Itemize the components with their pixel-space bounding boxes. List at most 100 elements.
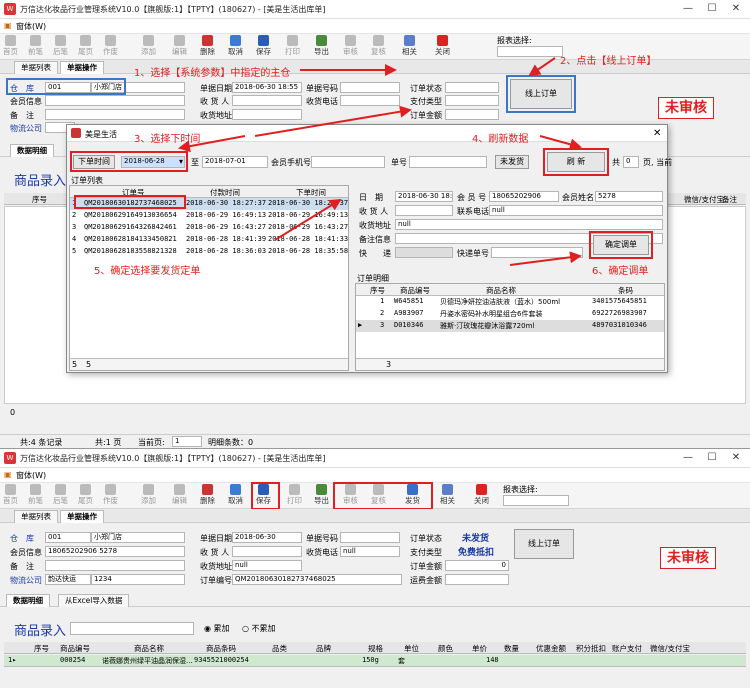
minimize-button[interactable]: —: [680, 2, 696, 16]
related-icon: [404, 35, 415, 46]
dialog-close-icon[interactable]: ✕: [653, 128, 661, 139]
tab-doc-operation[interactable]: 单据操作: [60, 510, 104, 523]
related-icon: [442, 484, 453, 495]
add-button[interactable]: 添加: [141, 35, 156, 59]
recheck-button[interactable]: 复核: [371, 35, 386, 59]
order-row[interactable]: 2 QM20180629164913036654 2018-06-29 16:49:…: [70, 210, 348, 222]
logistics-no-input[interactable]: 1234: [91, 574, 185, 585]
dlg-remark-label: 备注信息: [359, 235, 391, 244]
address-input[interactable]: [232, 109, 302, 120]
bottom-grid-row[interactable]: 1▸ 000254 诺薇娜贵州绿平油晶润保湿... 9345521000254 …: [4, 655, 746, 667]
next-button[interactable]: 后笔: [53, 35, 68, 59]
order-amount-input[interactable]: [445, 109, 499, 120]
close-button[interactable]: ✕: [728, 451, 744, 465]
maximize-button[interactable]: ☐: [704, 451, 720, 465]
last-button[interactable]: 尾页: [78, 484, 93, 508]
report-select-input[interactable]: [497, 46, 563, 57]
print-button[interactable]: 打印: [285, 35, 300, 59]
save-button[interactable]: 保存: [256, 35, 271, 59]
order-row[interactable]: 3 QM20180629164326842461 2018-06-29 16:43:…: [70, 222, 348, 234]
item-row[interactable]: 2 A983907 丹姿水密码补水明星组合6件套装 6922726983907: [356, 308, 664, 320]
member-phone-input[interactable]: [311, 156, 385, 168]
order-amount-input[interactable]: 0: [445, 560, 509, 571]
member-info-input[interactable]: [45, 95, 185, 106]
receiver-input[interactable]: [232, 546, 302, 557]
address-input[interactable]: null: [232, 560, 302, 571]
freight-input[interactable]: [445, 574, 509, 585]
export-button[interactable]: 导出: [314, 484, 329, 508]
tab-data-detail[interactable]: 数据明细: [6, 594, 50, 607]
current-page-input[interactable]: 1: [172, 436, 202, 447]
first-button[interactable]: 首页: [3, 35, 18, 59]
phone-input[interactable]: null: [340, 546, 400, 557]
delete-button[interactable]: 删除: [200, 35, 215, 59]
tab-data-detail[interactable]: 数据明细: [10, 144, 54, 157]
dlg-member-name-input: 5278: [595, 191, 663, 202]
remark-input[interactable]: [45, 109, 185, 120]
item-row[interactable]: 1 W645851 贝德玛净妍控油洁肤液（蓝水）500ml 3401575645851: [356, 296, 664, 308]
no-accumulate-radio[interactable]: ○ 不累加: [242, 623, 276, 634]
order-row[interactable]: 4 QM20180628184133450821 2018-06-28 18:41:…: [70, 234, 348, 246]
date-to-input[interactable]: 2018-07-01: [202, 156, 268, 168]
delete-button[interactable]: 删除: [200, 484, 215, 508]
doc-date-input[interactable]: 2018-06-30 18:55: [232, 82, 302, 93]
warehouse-name-input[interactable]: 小郑门店: [91, 532, 185, 543]
phone-input[interactable]: [340, 95, 400, 106]
dialog-title: 美是生活: [85, 130, 117, 139]
edit-button[interactable]: 编辑: [172, 35, 187, 59]
first-button[interactable]: 首页: [3, 484, 18, 508]
print-button[interactable]: 打印: [287, 484, 302, 508]
menu-window[interactable]: 窗体(W): [16, 470, 46, 481]
accumulate-radio[interactable]: ◉ 累加: [204, 623, 230, 634]
dlg-member-name-label: 会员姓名: [562, 193, 594, 202]
cancel-button[interactable]: 取消: [228, 484, 243, 508]
bottom-window: W 万信达化妆品行业管理系统V10.0【旗舰版:1】【TPTY】(180627)…: [0, 448, 750, 688]
dialog-logo-icon: [71, 128, 81, 138]
add-button[interactable]: 添加: [141, 484, 156, 508]
doc-date-input[interactable]: 2018-06-30: [232, 532, 302, 543]
order-row[interactable]: 5 QM20180628183558821328 2018-06-28 18:36:…: [70, 246, 348, 258]
pay-type-input[interactable]: [445, 95, 499, 106]
step4-annotation: 4、刷新数据: [472, 134, 529, 145]
product-entry-input[interactable]: [70, 622, 194, 635]
tab-doc-list[interactable]: 单据列表: [14, 61, 58, 74]
edit-button[interactable]: 编辑: [172, 484, 187, 508]
member-info-input[interactable]: 18065202906 5278: [45, 546, 185, 557]
unshipped-button[interactable]: 未发货: [495, 155, 529, 169]
order-no-input[interactable]: [409, 156, 487, 168]
export-button[interactable]: 导出: [314, 35, 329, 59]
order-list-footer: 5 5: [70, 358, 348, 370]
order-no-input[interactable]: QM20180630182737468025: [232, 574, 402, 585]
last-button[interactable]: 尾页: [78, 35, 93, 59]
online-order-button[interactable]: 线上订单: [514, 529, 574, 559]
tab-excel-import[interactable]: 从Excel导入数据: [58, 594, 130, 607]
void-button[interactable]: 作废: [103, 35, 118, 59]
receiver-input[interactable]: [232, 95, 302, 106]
remark-input[interactable]: [45, 560, 185, 571]
related-button[interactable]: 相关: [440, 484, 455, 508]
next-button[interactable]: 后笔: [53, 484, 68, 508]
close-button[interactable]: ✕: [728, 2, 744, 16]
tab-doc-list[interactable]: 单据列表: [14, 510, 58, 523]
order-status-input[interactable]: [445, 82, 499, 93]
doc-no-input[interactable]: [340, 532, 400, 543]
menu-window[interactable]: 窗体(W): [16, 21, 46, 32]
void-icon: [105, 484, 116, 495]
related-button[interactable]: 相关: [402, 35, 417, 59]
void-button[interactable]: 作废: [103, 484, 118, 508]
minimize-button[interactable]: —: [680, 451, 696, 465]
logistics-input[interactable]: 韵达快运: [45, 574, 91, 585]
maximize-button[interactable]: ☐: [704, 2, 720, 16]
prev-button[interactable]: 前笔: [28, 35, 43, 59]
item-row[interactable]: ▶ 3 D010346 雅斯·汀玫瑰花瓣沐浴露720ml 4897031010346: [356, 320, 664, 332]
prev-button[interactable]: 前笔: [28, 484, 43, 508]
doc-no-input[interactable]: [340, 82, 400, 93]
warehouse-code-input[interactable]: 001: [45, 532, 91, 543]
pay-type-value: 免费抵扣: [458, 548, 495, 558]
report-select-input[interactable]: [503, 495, 569, 506]
close-window-button[interactable]: 关闭: [435, 35, 450, 59]
cancel-button[interactable]: 取消: [228, 35, 243, 59]
review-button[interactable]: 审核: [343, 35, 358, 59]
tab-doc-operation[interactable]: 单据操作: [60, 61, 104, 74]
close-window-button[interactable]: 关闭: [474, 484, 489, 508]
